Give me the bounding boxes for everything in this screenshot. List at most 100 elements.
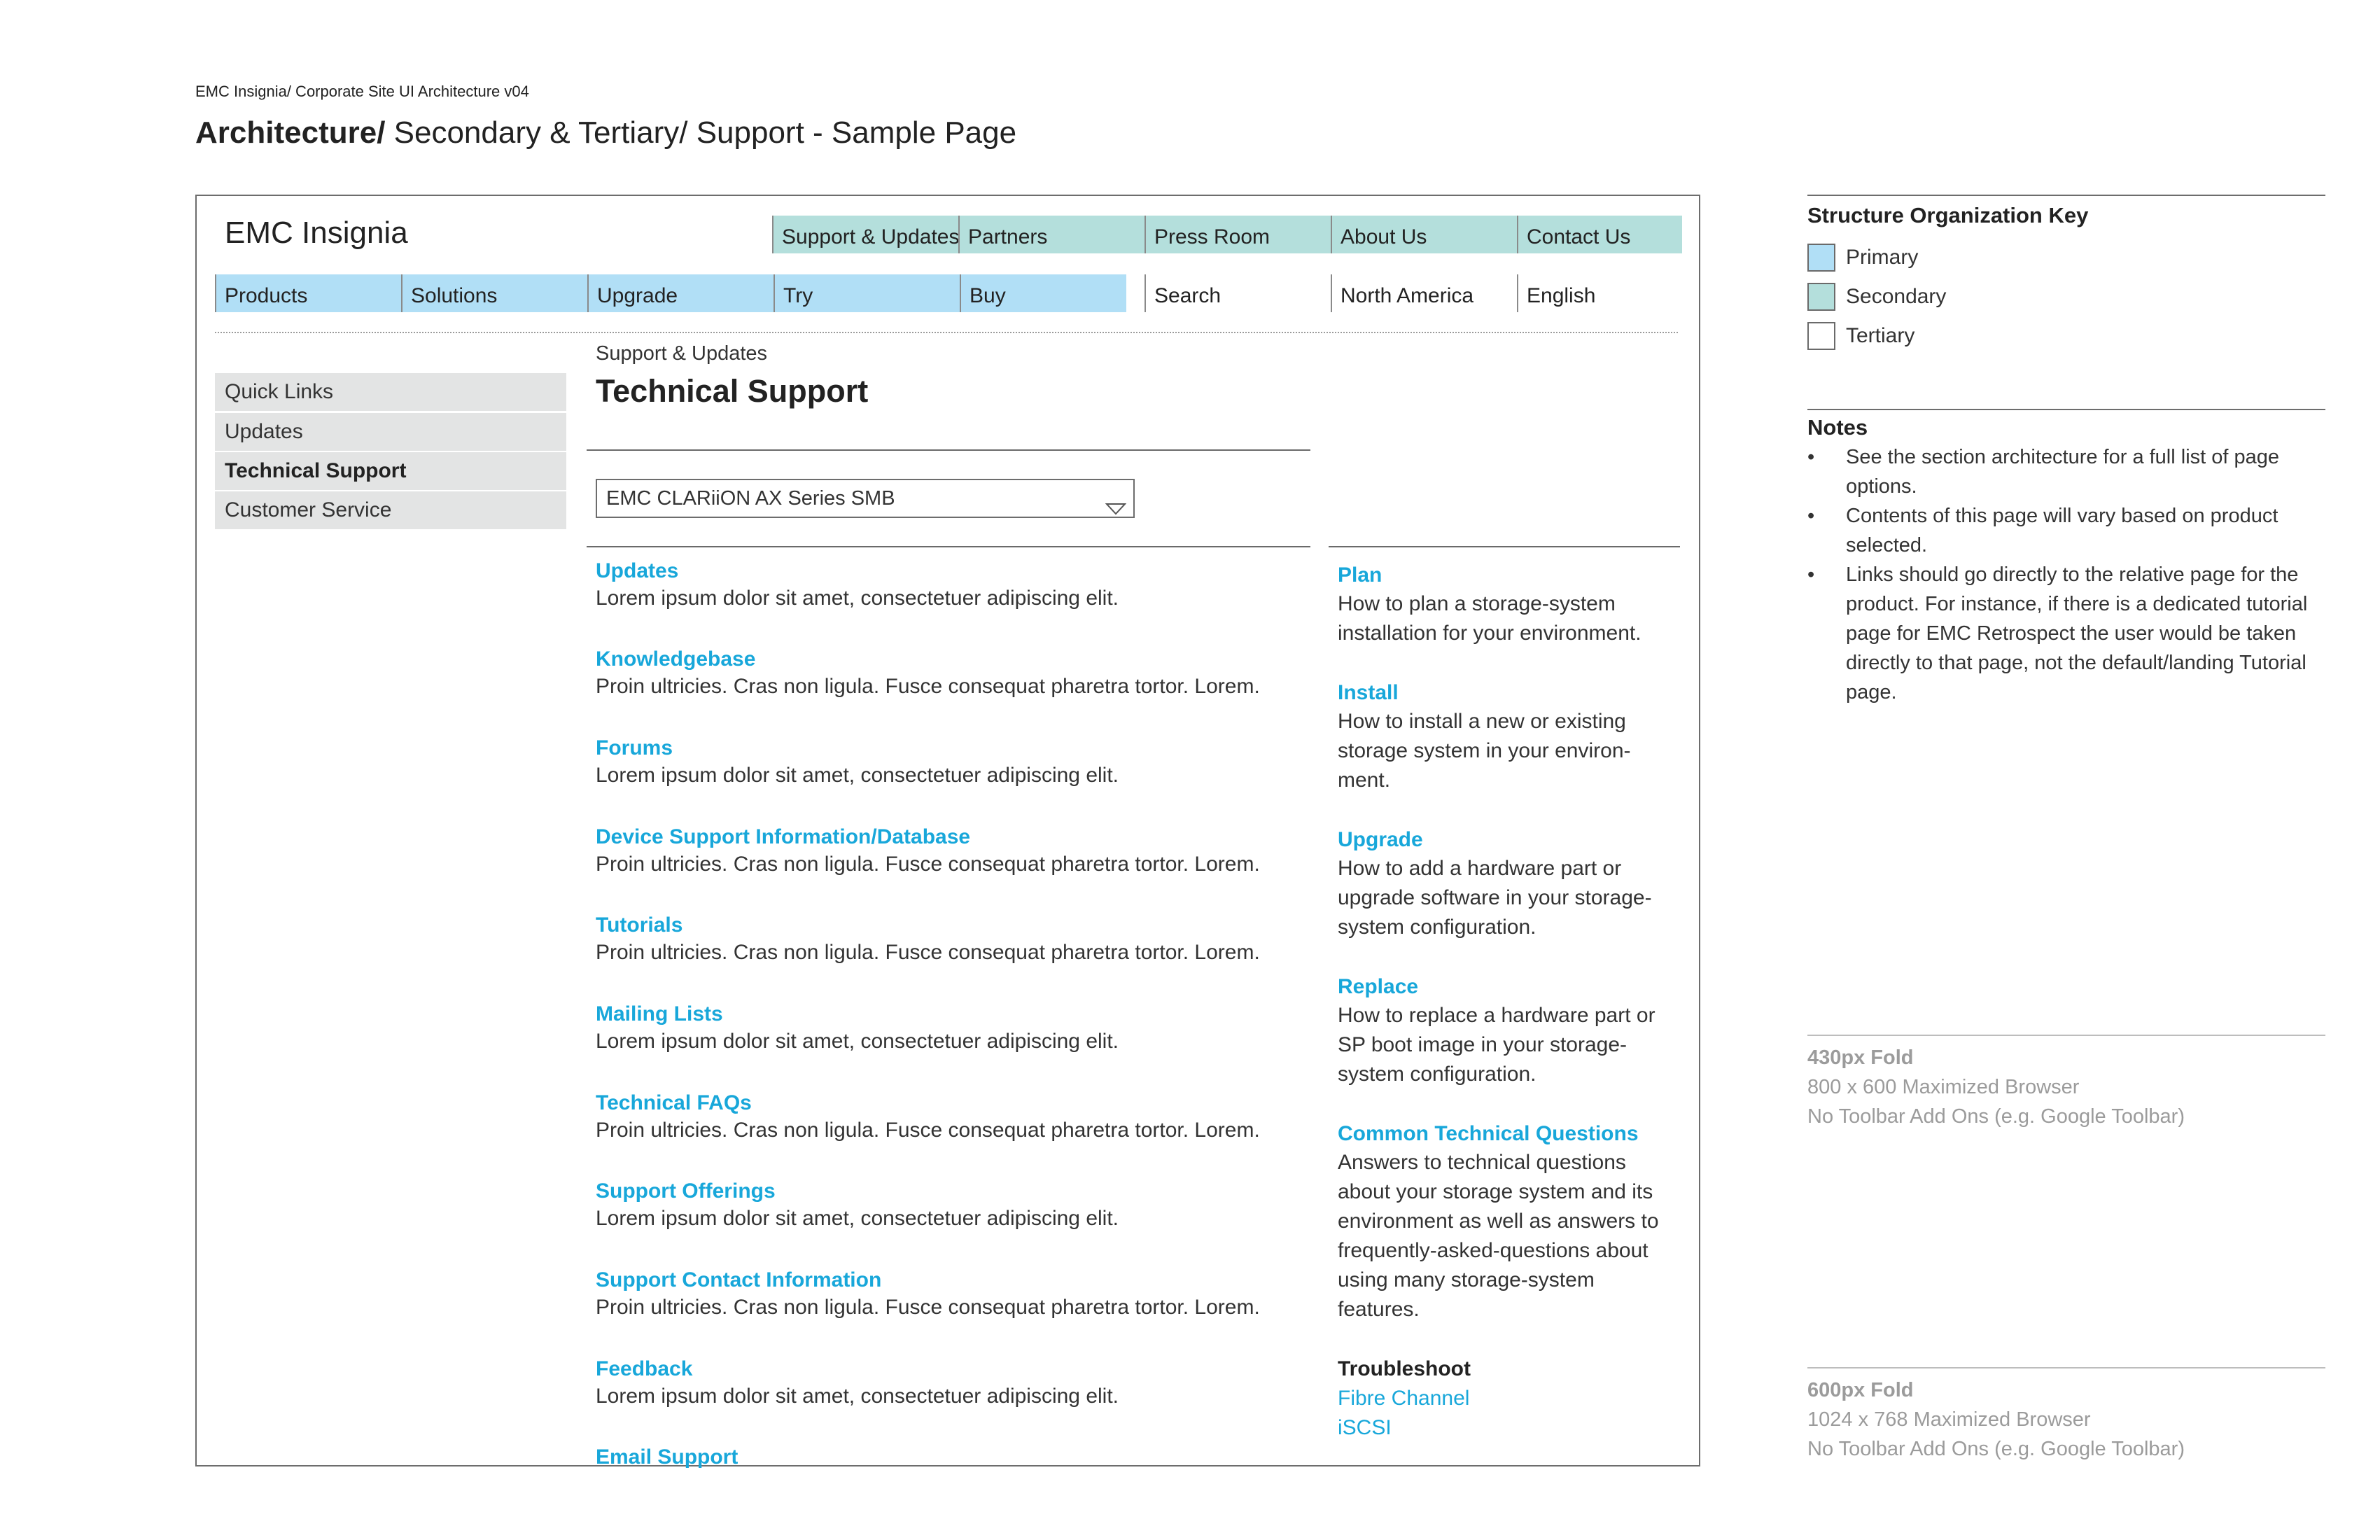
list-item: Feedback Lorem ipsum dolor sit amet, con…	[596, 1356, 1296, 1410]
secondary-swatch	[1807, 283, 1835, 311]
list-item: Support Contact Information Proin ultric…	[596, 1267, 1296, 1322]
list-item: Tutorials Proin ultricies. Cras non ligu…	[596, 912, 1296, 967]
list-item: Forums Lorem ipsum dolor sit amet, conse…	[596, 735, 1296, 790]
fold-rule-430	[1807, 1035, 2325, 1036]
support-link-feedback[interactable]: Feedback	[596, 1356, 1296, 1382]
support-link-knowledgebase[interactable]: Knowledgebase	[596, 646, 1296, 673]
fold-note-600: 600px Fold 1024 x 768 Maximized Browser …	[1807, 1376, 2185, 1464]
list-item: Mailing Lists Lorem ipsum dolor sit amet…	[596, 1001, 1296, 1056]
fold-title: 600px Fold	[1807, 1379, 1914, 1401]
key-rule	[1807, 195, 2325, 196]
list-item: Technical FAQs Proin ultricies. Cras non…	[596, 1090, 1296, 1144]
secondary-nav-support-updates[interactable]: Support & Updates	[772, 216, 958, 253]
secondary-nav-press-room[interactable]: Press Room	[1144, 216, 1331, 253]
document-caption: EMC Insignia/ Corporate Site UI Architec…	[195, 83, 529, 100]
header-divider	[215, 332, 1678, 333]
task-description: How to plan a storage-system installatio…	[1338, 592, 1642, 645]
site-logo[interactable]: EMC Insignia	[225, 216, 408, 251]
list-item: Plan How to plan a storage-system instal…	[1338, 561, 1688, 648]
chevron-down-icon	[1105, 491, 1127, 528]
utility-nav-language[interactable]: English	[1517, 274, 1682, 312]
key-label: Tertiary	[1846, 324, 1915, 347]
support-link-contact-information[interactable]: Support Contact Information	[596, 1267, 1296, 1294]
support-link-description: Proin ultricies. Cras non ligula. Fusce …	[596, 941, 1260, 964]
document-title-section: Architecture/	[195, 115, 386, 150]
primary-nav-buy[interactable]: Buy	[960, 274, 1126, 312]
product-select-value: EMC CLARiiON AX Series SMB	[606, 487, 895, 510]
task-link-replace[interactable]: Replace	[1338, 973, 1688, 1001]
list-item: Email Support	[596, 1444, 1296, 1471]
support-link-description: Lorem ipsum dolor sit amet, consectetuer…	[596, 587, 1119, 610]
support-link-support-offerings[interactable]: Support Offerings	[596, 1178, 1296, 1205]
support-link-email-support[interactable]: Email Support	[596, 1444, 1296, 1471]
key-label: Secondary	[1846, 285, 1947, 308]
support-link-description: Lorem ipsum dolor sit amet, consectetuer…	[596, 764, 1119, 787]
content-divider	[587, 546, 1310, 547]
support-link-description: Proin ultricies. Cras non ligula. Fusce …	[596, 853, 1260, 876]
sidebar-item-updates[interactable]: Updates	[215, 413, 566, 451]
task-link-common-questions[interactable]: Common Technical Questions	[1338, 1120, 1688, 1148]
troubleshoot-link-fibre-channel[interactable]: Fibre Channel	[1338, 1384, 1688, 1413]
task-link-upgrade[interactable]: Upgrade	[1338, 826, 1688, 854]
list-item: Support Offerings Lorem ipsum dolor sit …	[596, 1178, 1296, 1233]
list-item: Install How to install a new or existing…	[1338, 679, 1688, 795]
support-link-description: Proin ultricies. Cras non ligula. Fusce …	[596, 1296, 1260, 1319]
list-item: Common Technical Questions Answers to te…	[1338, 1120, 1688, 1324]
sidebar-item-technical-support[interactable]: Technical Support	[215, 452, 566, 490]
document-title: Architecture/ Secondary & Tertiary/ Supp…	[195, 115, 1016, 150]
secondary-nav-about-us[interactable]: About Us	[1331, 216, 1517, 253]
support-link-description: Proin ultricies. Cras non ligula. Fusce …	[596, 1119, 1260, 1142]
fold-line: No Toolbar Add Ons (e.g. Google Toolbar)	[1807, 1438, 2185, 1460]
primary-nav-upgrade[interactable]: Upgrade	[587, 274, 774, 312]
task-description: How to add a hardware part or upgrade so…	[1338, 857, 1652, 939]
list-item: Device Support Information/Database Proi…	[596, 824, 1296, 878]
task-link-plan[interactable]: Plan	[1338, 561, 1688, 589]
note-item: Links should go directly to the relative…	[1807, 560, 2325, 707]
fold-rule-600	[1807, 1367, 2325, 1368]
key-label: Primary	[1846, 246, 1919, 269]
notes-rule	[1807, 409, 2325, 410]
support-link-description: Lorem ipsum dolor sit amet, consectetuer…	[596, 1207, 1119, 1230]
document-title-subsection: Secondary & Tertiary/ Support - Sample P…	[385, 115, 1017, 150]
list-item: Knowledgebase Proin ultricies. Cras non …	[596, 646, 1296, 701]
support-link-device-support[interactable]: Device Support Information/Database	[596, 824, 1296, 850]
product-select[interactable]: EMC CLARiiON AX Series SMB	[596, 479, 1135, 518]
troubleshoot-link-iscsi[interactable]: iSCSI	[1338, 1413, 1688, 1443]
utility-nav-search[interactable]: Search	[1144, 274, 1331, 312]
sidebar-item-customer-service[interactable]: Customer Service	[215, 491, 566, 529]
support-link-technical-faqs[interactable]: Technical FAQs	[596, 1090, 1296, 1116]
notes-title: Notes	[1807, 415, 1868, 440]
secondary-nav-contact-us[interactable]: Contact Us	[1517, 216, 1682, 253]
key-title: Structure Organization Key	[1807, 203, 2089, 227]
secondary-nav-partners[interactable]: Partners	[958, 216, 1144, 253]
support-link-description: Proin ultricies. Cras non ligula. Fusce …	[596, 675, 1260, 698]
task-description: Answers to technical questions about you…	[1338, 1151, 1659, 1321]
note-item: Contents of this page will vary based on…	[1807, 501, 2325, 560]
task-link-install[interactable]: Install	[1338, 679, 1688, 707]
fold-title: 430px Fold	[1807, 1046, 1914, 1069]
list-item: Replace How to replace a hardware part o…	[1338, 973, 1688, 1089]
troubleshoot-section: Troubleshoot Fibre Channel iSCSI	[1338, 1354, 1688, 1443]
primary-nav-solutions[interactable]: Solutions	[401, 274, 587, 312]
tertiary-swatch	[1807, 322, 1835, 350]
primary-nav-products[interactable]: Products	[215, 274, 401, 312]
tasks-divider	[1329, 546, 1680, 547]
fold-line: 1024 x 768 Maximized Browser	[1807, 1408, 2091, 1431]
support-link-tutorials[interactable]: Tutorials	[596, 912, 1296, 939]
primary-nav-try[interactable]: Try	[774, 274, 960, 312]
support-link-description: Lorem ipsum dolor sit amet, consectetuer…	[596, 1030, 1119, 1053]
primary-swatch	[1807, 244, 1835, 272]
troubleshoot-heading: Troubleshoot	[1338, 1357, 1471, 1380]
fold-line: 800 x 600 Maximized Browser	[1807, 1076, 2080, 1098]
support-link-forums[interactable]: Forums	[596, 735, 1296, 762]
support-link-updates[interactable]: Updates	[596, 558, 1296, 584]
fold-note-430: 430px Fold 800 x 600 Maximized Browser N…	[1807, 1043, 2185, 1131]
breadcrumb[interactable]: Support & Updates	[596, 342, 767, 365]
support-link-description: Lorem ipsum dolor sit amet, consectetuer…	[596, 1385, 1119, 1408]
sidebar-item-quick-links[interactable]: Quick Links	[215, 373, 566, 411]
list-item: Updates Lorem ipsum dolor sit amet, cons…	[596, 558, 1296, 612]
fold-line: No Toolbar Add Ons (e.g. Google Toolbar)	[1807, 1105, 2185, 1128]
task-description: How to install a new or existing storage…	[1338, 710, 1631, 792]
support-link-mailing-lists[interactable]: Mailing Lists	[596, 1001, 1296, 1028]
utility-nav-region[interactable]: North America	[1331, 274, 1517, 312]
